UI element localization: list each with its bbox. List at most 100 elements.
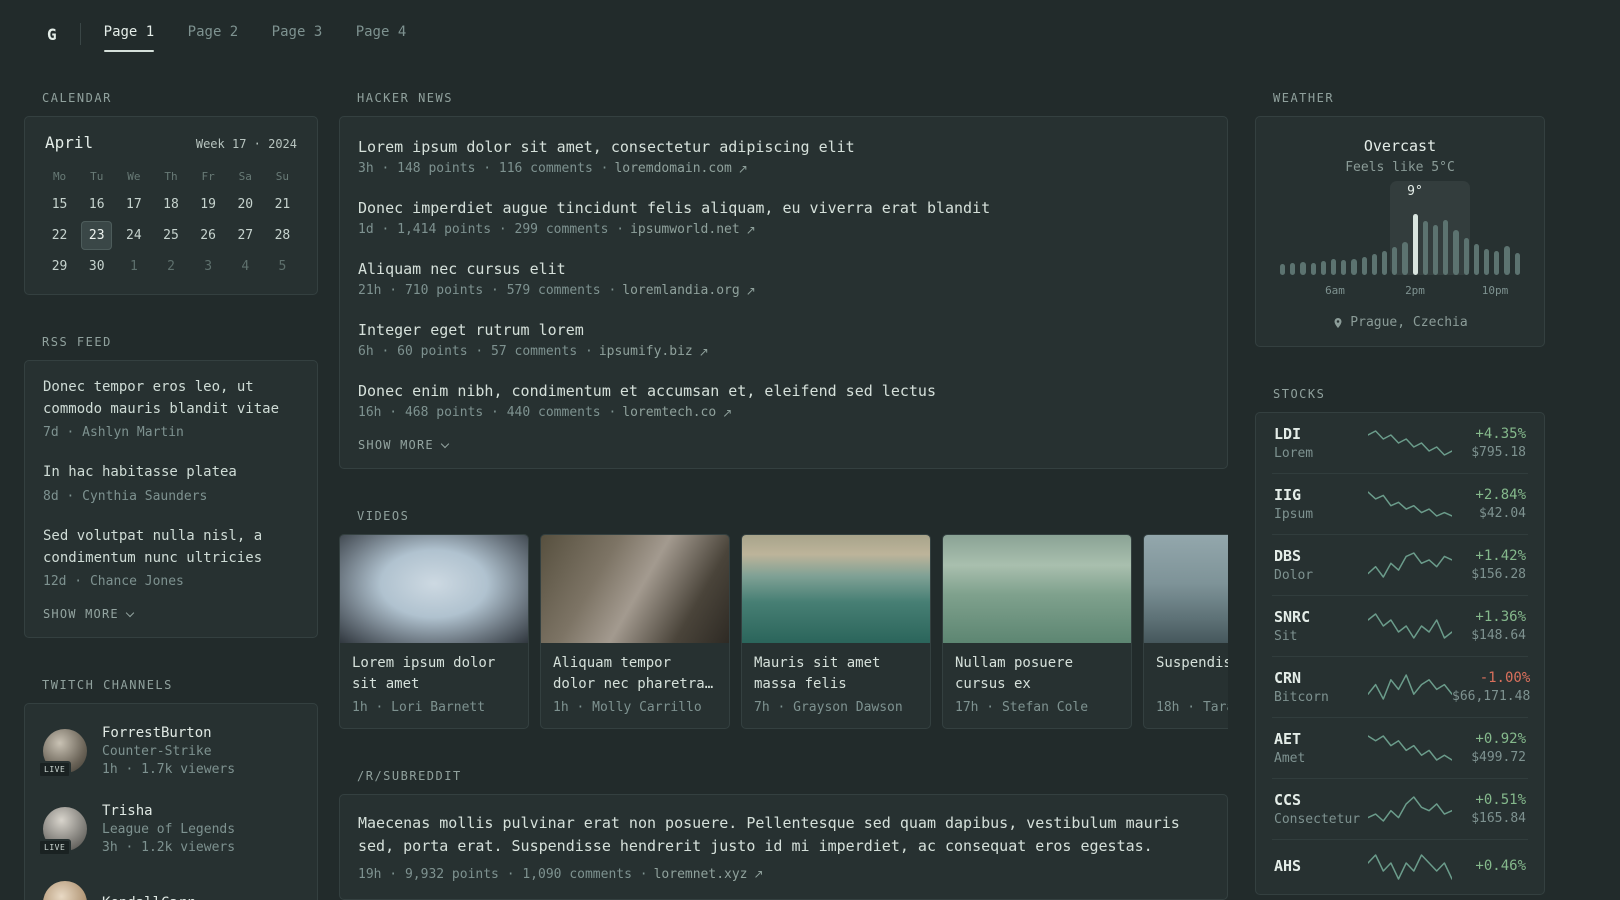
reddit-post: Maecenas mollis pulvinar erat non posuer… [358,812,1209,882]
stock-price: $795.18 [1471,445,1526,460]
nav-divider [79,23,81,45]
hn-item-meta: 16h · 468 points · 440 comments · loremt… [358,405,1209,420]
stock-sparkline [1367,489,1453,519]
stock-name: Consectetur [1274,812,1361,827]
stock-change: +4.35% [1475,426,1526,442]
stock-row[interactable]: CRN Bitcorn -1.00% $66,171.48 [1272,656,1530,717]
rss-item-link[interactable]: In hac habitasse platea [43,462,299,484]
stock-row[interactable]: LDI Lorem +4.35% $795.18 [1272,413,1528,473]
subreddit-section-title: /R/SUBREDDIT [357,769,462,783]
hn-domain-link[interactable]: loremlandia.org [622,283,739,298]
hn-item-link[interactable]: Donec enim nibh, condimentum et accumsan… [358,382,1209,400]
weather-section-title: WEATHER [1273,91,1335,105]
hn-meta-text: 21h · 710 points · 579 comments · [358,283,617,298]
calendar-section: CALENDAR April Week 17 · 2024 Mo Tu We T… [24,91,318,295]
video-card[interactable]: Aliquam tempor dolor nec pharetra… 1h · … [540,534,730,729]
dow-label: We [127,170,141,183]
stock-change: +1.36% [1475,609,1526,625]
video-card[interactable]: Suspendisse diam 18h · Tara [1143,534,1228,729]
weather-bar [1361,256,1367,275]
video-meta: 18h · Tara [1156,700,1228,715]
calendar-header: April Week 17 · 2024 [41,133,301,152]
video-card[interactable]: Nullam posuere cursus ex 17h · Stefan Co… [942,534,1132,729]
subreddit-card: Maecenas mollis pulvinar erat non posuer… [339,794,1228,900]
weather-bar [1280,264,1286,275]
external-link-icon: ↗ [698,344,709,359]
hn-meta-text: 3h · 148 points · 116 comments · [358,161,609,176]
rss-item-meta: 8d · Cynthia Saunders [43,489,208,505]
stock-name: Sit [1274,629,1298,644]
hn-item-link[interactable]: Lorem ipsum dolor sit amet, consectetur … [358,138,1209,156]
stock-ticker: DBS [1274,547,1302,565]
weather-bar [1514,253,1520,275]
weather-bar [1484,248,1490,275]
stock-price: $499.72 [1471,750,1526,765]
tab-page-3[interactable]: Page 3 [272,16,323,52]
hn-domain-link[interactable]: ipsumworld.net [630,222,740,237]
twitch-channel-row[interactable]: KendallCarr [43,868,299,900]
video-card[interactable]: Lorem ipsum dolor sit amet consectetu… 1… [339,534,529,729]
chevron-down-icon [440,439,450,448]
hackernews-section: HACKER NEWS Lorem ipsum dolor sit amet, … [339,91,1228,469]
rss-show-more-button[interactable]: SHOW MORE [43,599,135,635]
weather-peak-temp: 9° [1407,184,1423,199]
stock-identity: DBS Dolor [1274,547,1368,583]
weather-bar [1371,253,1378,275]
stock-row[interactable]: SNRC Sit +1.36% $148.64 [1272,595,1528,656]
hn-item-link[interactable]: Aliquam nec cursus elit [358,260,1209,278]
weather-bar [1382,251,1388,275]
calendar-day: 5 [278,259,287,274]
stock-row[interactable]: CCS Consectetur +0.51% $165.84 [1272,778,1528,839]
stock-name: Dolor [1274,568,1314,583]
tab-page-4[interactable]: Page 4 [356,16,407,52]
chevron-down-icon [125,608,135,618]
dow-label: Su [275,170,290,183]
rss-item-link[interactable]: Sed volutpat nulla nisl, a condimentum n… [43,526,299,569]
channel-category: League of Legends [102,822,236,838]
video-row: Lorem ipsum dolor sit amet consectetu… 1… [339,534,1228,729]
hn-item-link[interactable]: Donec imperdiet augue tincidunt felis al… [358,199,1209,217]
calendar-day: 19 [200,197,216,212]
hn-domain-link[interactable]: loremdomain.com [614,161,731,176]
stock-row[interactable]: DBS Dolor +1.42% $156.28 [1272,534,1528,595]
stock-identity: CCS Consectetur [1274,791,1368,827]
reddit-domain-link[interactable]: loremnet.xyz [654,867,748,882]
stock-quote: +0.92% $499.72 [1471,731,1526,765]
tab-page-1[interactable]: Page 1 [103,16,154,52]
stock-change: +2.84% [1475,487,1526,503]
stock-row[interactable]: AET Amet +0.92% $499.72 [1272,717,1528,778]
hn-domain-link[interactable]: loremtech.co [622,405,716,420]
dow-label: Sa [238,170,252,183]
channel-info: KendallCarr [102,895,195,900]
tab-page-2[interactable]: Page 2 [188,16,239,52]
stock-change: +1.42% [1475,548,1526,564]
weather-location: Prague, Czechia [1280,315,1520,330]
calendar-day: 29 [51,259,68,274]
weather-bar [1290,263,1296,275]
weather-bar [1504,245,1510,275]
twitch-channel-row[interactable]: LIVE Trisha League of Legends 3h · 1.2k … [38,790,299,868]
stock-row[interactable]: AHS +0.46% [1272,839,1528,894]
rss-item-link[interactable]: Donec tempor eros leo, ut commodo mauris… [43,377,299,420]
hn-domain-link[interactable]: ipsumify.biz [599,344,693,359]
video-card[interactable]: Mauris sit amet massa felis 7h · Grayson… [741,534,931,729]
stock-row[interactable]: IIG Ipsum +2.84% $42.04 [1272,473,1528,534]
stock-price: $165.84 [1471,811,1526,826]
stock-quote: +0.46% [1475,858,1526,877]
channel-name: Trisha [102,803,153,820]
location-pin-icon [1334,317,1342,328]
weather-bar [1320,261,1327,275]
hn-show-more-button[interactable]: SHOW MORE [358,430,450,466]
weather-bar [1453,230,1459,275]
twitch-channel-row[interactable]: LIVE ForrestBurton Counter-Strike 1h · 1… [38,712,299,790]
stock-sparkline [1367,550,1453,580]
channel-name: KendallCarr [102,895,195,900]
weather-bar [1392,247,1398,275]
hn-item-link[interactable]: Integer eget rutrum lorem [358,321,1209,339]
stocks-card: LDI Lorem +4.35% $795.18 IIG Ipsum +2.84… [1255,412,1545,895]
stock-name: Ipsum [1274,507,1314,522]
reddit-post-link[interactable]: Maecenas mollis pulvinar erat non posuer… [358,812,1209,859]
channel-name: ForrestBurton [102,725,212,742]
app-logo[interactable]: G [47,25,57,44]
video-title: Mauris sit amet massa felis [754,655,881,692]
